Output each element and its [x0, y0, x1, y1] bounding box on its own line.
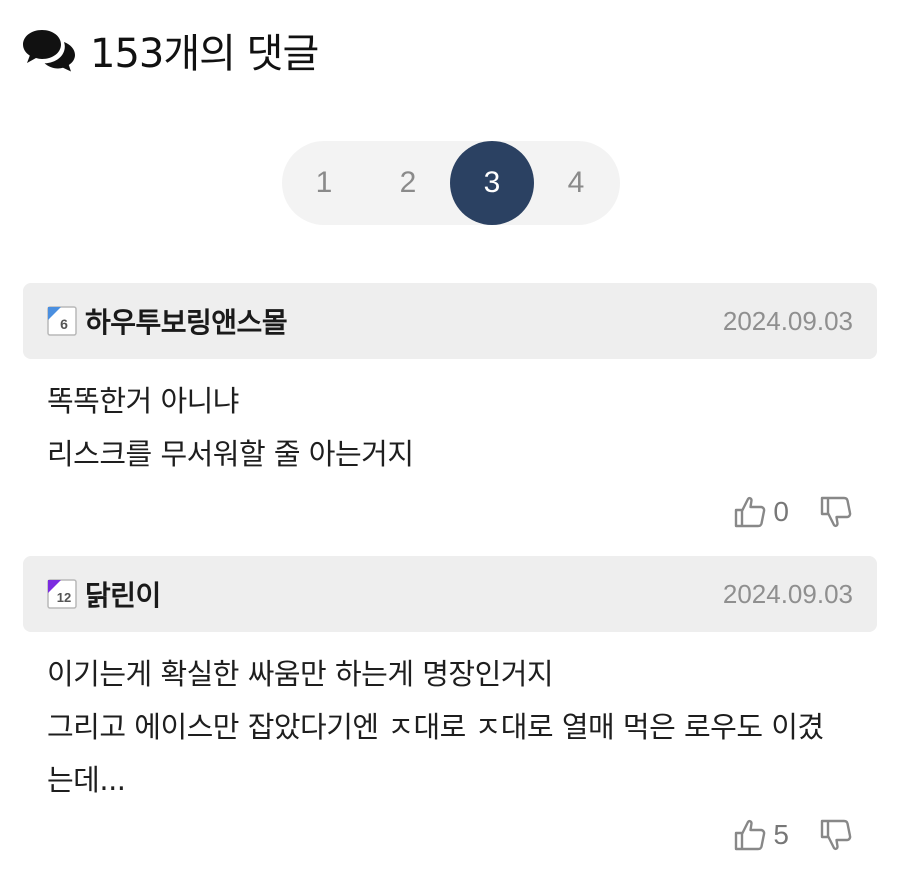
- vote-controls: 5: [733, 818, 853, 852]
- comment-line: 그리고 에이스만 잡았다기엔 ㅈ대로 ㅈ대로 열매 먹은 로우도 이겼: [47, 710, 824, 744]
- comment-header: 6 하우투보링앤스몰 2024.09.03: [23, 283, 877, 359]
- thumbs-down-icon: [820, 496, 852, 528]
- vote-controls: 0: [733, 495, 853, 529]
- thumbs-up-icon: [735, 819, 766, 851]
- comment-line: 는데...: [47, 763, 126, 797]
- page-1-button[interactable]: 1: [282, 141, 366, 225]
- svg-text:12: 12: [57, 590, 71, 605]
- comment-text: 이기는게 확실한 싸움만 하는게 명장인거지 그리고 에이스만 잡았다기엔 ㅈ대…: [23, 632, 877, 807]
- comments-header: 153개의 댓글: [22, 22, 319, 78]
- comments-count-title: 153개의 댓글: [90, 31, 319, 77]
- svg-text:6: 6: [60, 316, 68, 332]
- like-count: 0: [773, 496, 789, 527]
- comment-line: 이기는게 확실한 싸움만 하는게 명장인거지: [47, 657, 554, 691]
- pagination: 1 2 3 4: [282, 141, 620, 225]
- level-6-badge-icon: 6: [47, 306, 77, 336]
- level-12-badge-icon: 12: [47, 579, 77, 609]
- dislike-button[interactable]: [819, 495, 853, 529]
- comment-author[interactable]: 하우투보링앤스몰: [85, 301, 723, 341]
- comment-text: 똑똑한거 아니냐 리스크를 무서워할 줄 아는거지: [23, 359, 877, 481]
- thumbs-down-icon: [820, 819, 852, 851]
- like-button[interactable]: 5: [733, 818, 819, 852]
- comments-icon: [23, 30, 75, 72]
- comment-item: 12 닭린이 2024.09.03 이기는게 확실한 싸움만 하는게 명장인거지…: [23, 556, 877, 866]
- dislike-button[interactable]: [819, 818, 853, 852]
- comment-line: 리스크를 무서워할 줄 아는거지: [47, 437, 414, 471]
- comment-item: 6 하우투보링앤스몰 2024.09.03 똑똑한거 아니냐 리스크를 무서워할…: [23, 283, 877, 543]
- comment-date: 2024.09.03: [722, 578, 853, 609]
- comment-author[interactable]: 닭린이: [85, 574, 723, 614]
- like-button[interactable]: 0: [733, 495, 819, 529]
- like-count: 5: [773, 819, 789, 850]
- page-2-button[interactable]: 2: [366, 141, 450, 225]
- page-3-button-current[interactable]: 3: [450, 141, 534, 225]
- thumbs-up-icon: [735, 496, 766, 528]
- page-4-button[interactable]: 4: [534, 141, 618, 225]
- comment-date: 2024.09.03: [722, 305, 853, 336]
- comment-header: 12 닭린이 2024.09.03: [23, 556, 877, 632]
- comment-line: 똑똑한거 아니냐: [47, 384, 239, 418]
